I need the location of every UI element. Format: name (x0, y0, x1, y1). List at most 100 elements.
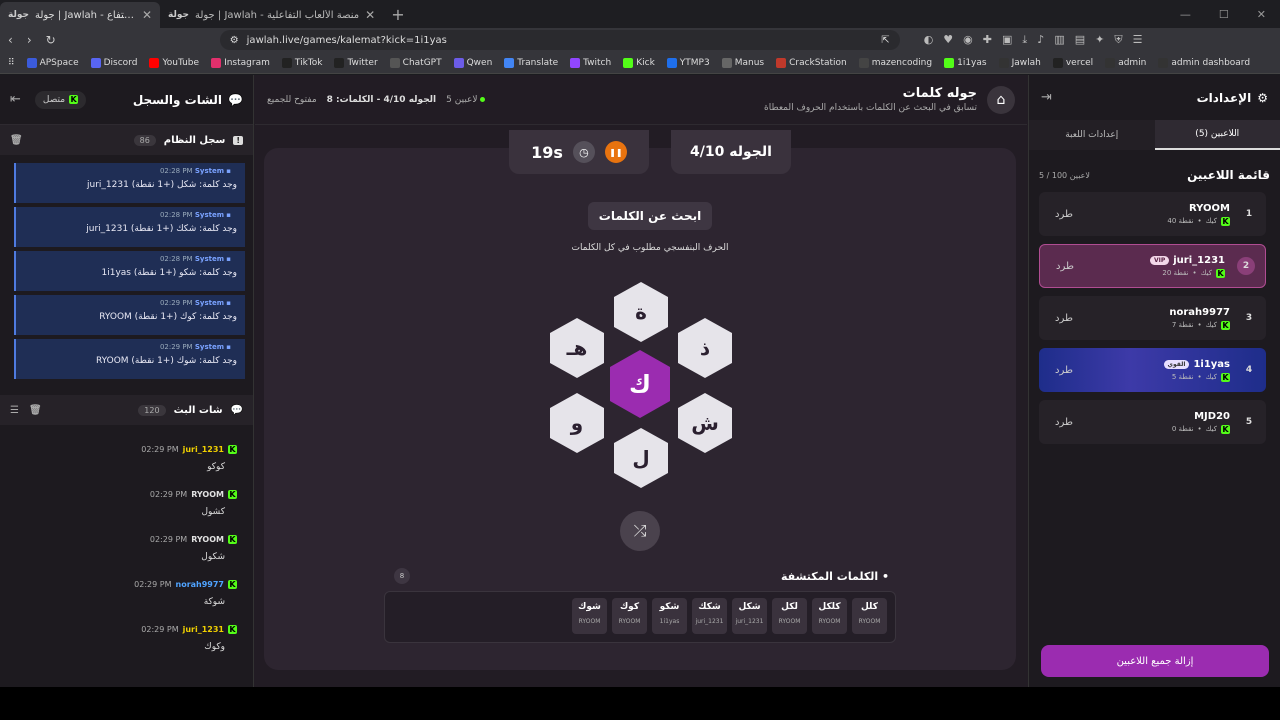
maximize-icon[interactable]: ☐ (1219, 8, 1229, 21)
home-button[interactable]: ⌂ (987, 85, 1015, 114)
letter-hex-center[interactable]: ك (610, 350, 670, 418)
bookmark-item[interactable]: Translate (504, 57, 558, 68)
url-text[interactable]: jawlah.live/games/kalemat?kick=1i1yas (247, 35, 874, 46)
message-time: 02:28 PM (159, 167, 193, 175)
letter-hex-bottom[interactable]: ل (614, 428, 668, 488)
shuffle-button[interactable]: ⤮ (620, 511, 660, 551)
tab-players[interactable]: اللاعبين (5) (1154, 120, 1280, 150)
bookmark-item[interactable]: YTMP3 (666, 57, 710, 68)
letter-hex-top[interactable]: ة (614, 282, 668, 342)
sidebar-icon[interactable]: ▥ (1054, 33, 1064, 47)
bookmark-item[interactable]: Instagram (211, 57, 270, 68)
letter-hex-top-left[interactable]: هـ (550, 318, 604, 378)
player-list-count: 5 / 100 لاعبين (1039, 170, 1090, 180)
puzzle-icon[interactable]: ✚ (983, 33, 992, 47)
bookmark-label: 1i1yas (957, 57, 987, 68)
bookmark-item[interactable]: Twitter (334, 57, 378, 68)
live-chat-header[interactable]: ☰ 🗑 120 شات البث 💬 (0, 395, 253, 425)
sparkle-icon[interactable]: ✦ (1095, 33, 1104, 47)
bookmark-item[interactable]: admin (1105, 57, 1146, 68)
reload-icon[interactable]: ↻ (46, 33, 56, 47)
close-icon[interactable]: ✕ (365, 8, 375, 22)
window-close-icon[interactable]: ✕ (1257, 8, 1266, 21)
music-icon[interactable]: ♪ (1037, 33, 1044, 47)
bookmark-item[interactable]: mazencoding (858, 57, 932, 68)
letter-hex-bottom-right[interactable]: ش (678, 393, 732, 453)
screenshot-icon[interactable]: ▣ (1002, 33, 1012, 47)
trash-icon[interactable]: 🗑 (10, 135, 23, 146)
kick-player-button[interactable]: طرد (1055, 209, 1073, 220)
found-words-count: 8 (394, 568, 410, 584)
extension-icon[interactable]: ◉ (963, 33, 973, 47)
browser-tab-1[interactable]: جولة جولة | Jawlah - منصة الألعاب التفاع… (0, 2, 160, 28)
bookmark-item[interactable]: Twitch (570, 57, 611, 68)
bookmark-item[interactable]: Discord (90, 57, 137, 68)
system-log-count: 86 (133, 134, 156, 146)
extension-icon[interactable]: ♥ (943, 33, 953, 47)
message-meta: 02:29 PM System ▪ (24, 343, 231, 351)
kick-player-button[interactable]: طرد (1055, 365, 1073, 376)
message-username[interactable]: RYOOM (191, 535, 224, 544)
kick-player-button[interactable]: طرد (1055, 313, 1073, 324)
bookmark-item[interactable]: Kick (623, 57, 655, 68)
extension-icon[interactable]: ◐ (924, 33, 934, 47)
kick-player-button[interactable]: طرد (1055, 417, 1073, 428)
bookmark-item[interactable]: YouTube (149, 57, 200, 68)
system-message: 02:28 PM System ▪ juri_1231 وجد كلمة: شكك… (14, 207, 245, 247)
bookmark-item[interactable]: vercel (1052, 57, 1093, 68)
browser-tab-2[interactable]: جولة جولة | Jawlah - منصة الألعاب التفاع… (160, 2, 383, 28)
bookmark-item[interactable]: Jawlah (998, 57, 1041, 68)
bookmark-item[interactable]: Qwen (453, 57, 492, 68)
kick-icon: K (1221, 216, 1230, 226)
clock-icon[interactable]: ◷ (572, 141, 595, 163)
player-name-label: norah9977 (1169, 306, 1230, 318)
forward-icon[interactable]: › (27, 33, 32, 47)
bookmark-item[interactable]: Manus (721, 57, 764, 68)
bookmark-item[interactable]: CrackStation (776, 57, 847, 68)
message-username[interactable]: norah9977 (176, 580, 225, 589)
bookmark-item[interactable]: TikTok (281, 57, 322, 68)
new-tab-icon[interactable]: + (391, 5, 404, 24)
minimize-icon[interactable]: — (1180, 8, 1191, 21)
chat-title-label: الشات والسجل (132, 92, 223, 107)
pause-button[interactable]: ❚❚ (604, 141, 627, 163)
status-label: متصل (42, 94, 66, 105)
chat-bubble-icon: ▪ (224, 167, 231, 175)
collapse-panel-icon[interactable]: ⇤ (10, 92, 21, 107)
shield-icon[interactable]: ⛨ (1114, 33, 1122, 47)
bookmark-icon (389, 57, 400, 68)
bookmark-item[interactable]: admin dashboard (1158, 57, 1250, 68)
system-message: 02:29 PM System ▪ RYOOM وجد كلمة: شوك (+1… (14, 339, 245, 379)
search-words-button[interactable]: ابحث عن الكلمات (588, 202, 712, 230)
trash-icon[interactable]: 🗑 (29, 405, 42, 416)
letter-hex-top-right[interactable]: ذ (678, 318, 732, 378)
message-username[interactable]: RYOOM (191, 490, 224, 499)
bookmark-icon (211, 57, 222, 68)
address-bar[interactable]: ⚙ jawlah.live/games/kalemat?kick=1i1yas … (219, 30, 900, 50)
site-info-icon[interactable]: ⚙ (230, 35, 239, 46)
letter-hex-bottom-left[interactable]: و (550, 393, 604, 453)
bookmark-item[interactable]: APSpace (26, 57, 79, 68)
found-word-author: RYOOM (618, 618, 641, 625)
system-log-header[interactable]: 🗑 86 سجل النظام ! (0, 125, 253, 155)
apps-icon[interactable]: ⠿ (8, 58, 15, 68)
wallet-icon[interactable]: ▤ (1075, 33, 1085, 47)
message-username[interactable]: juri_1231 (183, 625, 224, 634)
close-icon[interactable]: ✕ (142, 8, 152, 22)
filter-icon[interactable]: ☰ (10, 405, 19, 416)
bookmark-label: YouTube (162, 57, 200, 68)
message-text: كوكو (207, 462, 225, 472)
message-username[interactable]: juri_1231 (183, 445, 224, 454)
bookmark-item[interactable]: 1i1yas (944, 57, 987, 68)
collapse-panel-icon[interactable]: ⇥ (1041, 90, 1052, 105)
remove-all-players-button[interactable]: إزالة جميع اللاعبين (1041, 645, 1269, 677)
system-message: 02:28 PM System ▪ juri_1231 وجد كلمة: شكل… (14, 163, 245, 203)
required-letter-hint: الحرف البنفسجي مطلوب في كل الكلمات (571, 243, 729, 253)
tab-game-settings[interactable]: إعدادات اللعبة (1029, 120, 1155, 150)
bookmark-item[interactable]: ChatGPT (389, 57, 442, 68)
kick-player-button[interactable]: طرد (1056, 261, 1074, 272)
share-icon[interactable]: ⇱ (881, 35, 889, 46)
back-icon[interactable]: ‹ (8, 33, 13, 47)
menu-icon[interactable]: ☰ (1133, 33, 1143, 47)
download-icon[interactable]: ⤓ (1022, 33, 1027, 47)
